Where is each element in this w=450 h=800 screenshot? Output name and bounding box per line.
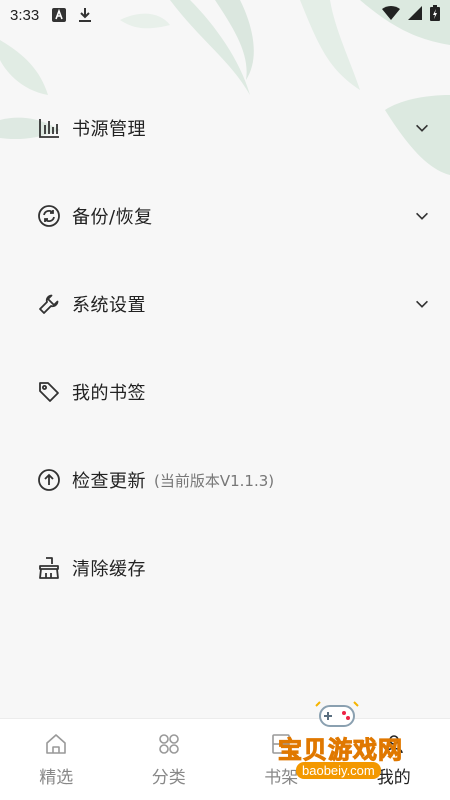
menu-label: 备份/恢复 bbox=[72, 207, 153, 228]
gamepad-icon bbox=[315, 701, 359, 727]
menu-label: 我的书签 bbox=[72, 383, 146, 404]
watermark-text: 宝贝游戏网 bbox=[278, 736, 403, 765]
menu-label: 系统设置 bbox=[72, 295, 146, 316]
tab-featured[interactable]: 精选 bbox=[0, 719, 113, 800]
menu-item-my-bookmarks[interactable]: 我的书签 bbox=[0, 348, 450, 436]
menu-item-source-management[interactable]: 书源管理 bbox=[0, 84, 450, 172]
signal-icon bbox=[408, 6, 422, 24]
arrow-up-circle-icon bbox=[36, 467, 62, 493]
menu-item-check-update[interactable]: 检查更新 (当前版本V1.1.3) bbox=[0, 436, 450, 524]
download-icon bbox=[77, 7, 93, 23]
menu-label: 书源管理 bbox=[72, 119, 146, 140]
status-time: 3:33 bbox=[10, 6, 40, 24]
grid-icon bbox=[156, 731, 182, 757]
settings-menu: 书源管理 备份/恢复 系统设置 我的书签 检查更新 (当前版本V1.1.3) 清… bbox=[0, 84, 450, 612]
keyboard-a-icon bbox=[51, 7, 67, 23]
menu-label: 检查更新 bbox=[72, 471, 146, 492]
tab-label: 精选 bbox=[39, 768, 74, 788]
menu-label: 清除缓存 bbox=[72, 559, 146, 580]
chevron-down-icon[interactable] bbox=[412, 206, 432, 226]
sync-icon bbox=[36, 203, 62, 229]
status-bar: 3:33 bbox=[0, 0, 450, 30]
menu-item-system-settings[interactable]: 系统设置 bbox=[0, 260, 450, 348]
broom-icon bbox=[36, 555, 62, 581]
chevron-down-icon[interactable] bbox=[412, 118, 432, 138]
tag-icon bbox=[36, 379, 62, 405]
wifi-icon bbox=[382, 6, 400, 24]
battery-icon bbox=[430, 5, 440, 25]
menu-item-backup-restore[interactable]: 备份/恢复 bbox=[0, 172, 450, 260]
bar-chart-icon bbox=[36, 115, 62, 141]
tab-category[interactable]: 分类 bbox=[113, 719, 226, 800]
watermark: 宝贝游戏网 baobeiy.com bbox=[270, 700, 420, 792]
home-icon bbox=[43, 731, 69, 757]
watermark-url: baobeiy.com bbox=[296, 762, 381, 779]
menu-item-clear-cache[interactable]: 清除缓存 bbox=[0, 524, 450, 612]
version-label: (当前版本V1.1.3) bbox=[154, 471, 275, 490]
chevron-down-icon[interactable] bbox=[412, 294, 432, 314]
tab-label: 分类 bbox=[151, 768, 186, 788]
wrench-icon bbox=[36, 291, 62, 317]
